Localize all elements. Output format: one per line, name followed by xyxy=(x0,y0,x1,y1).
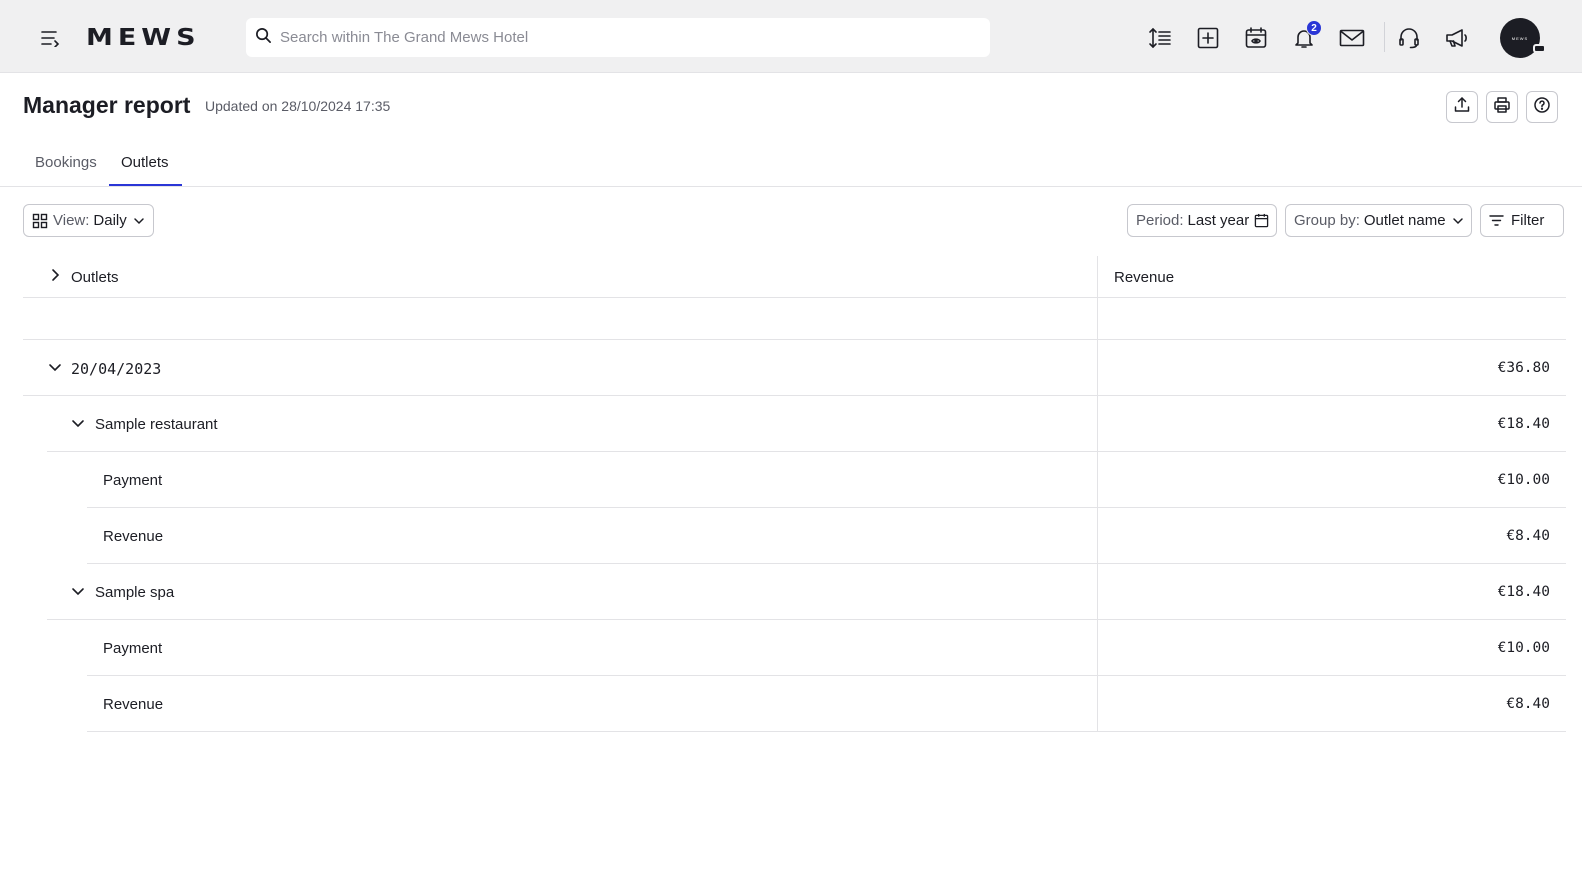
filter-label: Filter xyxy=(1511,212,1545,229)
group-by-label: Group by: xyxy=(1294,212,1360,229)
chevron-down-icon[interactable] xyxy=(71,584,87,600)
table-header: Outlets Revenue xyxy=(23,256,1566,298)
row-label: Sample restaurant xyxy=(95,416,218,433)
updated-timestamp: Updated on 28/10/2024 17:35 xyxy=(205,98,391,114)
chevron-down-icon[interactable] xyxy=(48,360,64,376)
calendar-eye-icon[interactable] xyxy=(1242,24,1270,52)
chevron-down-icon xyxy=(133,215,145,227)
row-value: €10.00 xyxy=(1497,640,1550,656)
column-header-revenue[interactable]: Revenue xyxy=(1114,269,1174,286)
period-label: Period: xyxy=(1136,212,1184,229)
line-height-icon[interactable] xyxy=(1146,24,1174,52)
view-label: View: xyxy=(53,212,90,229)
row-value: €10.00 xyxy=(1497,472,1550,488)
row-value: €18.40 xyxy=(1497,584,1550,600)
filter-button[interactable]: Filter xyxy=(1480,204,1564,237)
mail-icon[interactable] xyxy=(1338,24,1366,52)
calendar-icon xyxy=(1254,213,1269,228)
row-label: Revenue xyxy=(103,528,164,545)
add-square-icon[interactable] xyxy=(1194,24,1222,52)
row-label: Payment xyxy=(103,640,163,657)
period-picker[interactable]: Period: Last year xyxy=(1127,204,1277,237)
chevron-down-icon xyxy=(1452,215,1464,227)
search-icon xyxy=(255,27,272,49)
help-button[interactable] xyxy=(1526,91,1558,123)
chevron-down-icon[interactable] xyxy=(71,416,87,432)
notification-badge: 2 xyxy=(1306,20,1322,36)
row-label: Payment xyxy=(103,472,163,489)
bell-icon[interactable]: 2 xyxy=(1290,20,1322,52)
view-dropdown[interactable]: View: Daily xyxy=(23,204,154,237)
period-value: Last year xyxy=(1187,212,1250,229)
row-value: €36.80 xyxy=(1497,360,1550,376)
search-bar[interactable] xyxy=(246,18,990,57)
print-button[interactable] xyxy=(1486,91,1518,123)
help-icon xyxy=(1533,96,1551,119)
tab-bookings[interactable]: Bookings xyxy=(35,154,97,187)
table-row: Revenue €8.40 xyxy=(87,676,1566,732)
table-row: Revenue €8.40 xyxy=(87,508,1566,564)
print-icon xyxy=(1493,96,1511,119)
menu-icon[interactable] xyxy=(36,24,64,52)
active-tab-indicator xyxy=(109,184,182,186)
page-title: Manager report xyxy=(23,92,191,118)
table-row-date[interactable]: 20/04/2023 €36.80 xyxy=(23,340,1566,396)
mews-logo[interactable]: MEWS xyxy=(86,26,201,50)
row-value: €18.40 xyxy=(1497,416,1550,432)
row-value: €8.40 xyxy=(1506,696,1550,712)
row-value: €8.40 xyxy=(1506,528,1550,544)
column-header-outlets[interactable]: Outlets xyxy=(71,269,119,286)
megaphone-icon[interactable] xyxy=(1443,24,1471,52)
avatar-status-icon xyxy=(1533,44,1546,53)
headset-icon[interactable] xyxy=(1395,24,1423,52)
report-tabs: Bookings Outlets xyxy=(0,140,1582,187)
toolbar-divider xyxy=(1384,22,1385,52)
filter-icon xyxy=(1489,214,1504,227)
row-label: Sample spa xyxy=(95,584,175,601)
top-bar: MEWS 2 xyxy=(0,0,1582,73)
table-row: Payment €10.00 xyxy=(87,452,1566,508)
search-input[interactable] xyxy=(280,29,960,46)
export-icon xyxy=(1453,96,1471,119)
row-label: Revenue xyxy=(103,696,164,713)
row-label: 20/04/2023 xyxy=(71,360,162,378)
view-value: Daily xyxy=(93,212,127,229)
avatar-text: MEWS xyxy=(1511,35,1529,41)
empty-row xyxy=(23,298,1566,340)
grid-view-icon xyxy=(32,213,48,229)
group-by-value: Outlet name xyxy=(1363,212,1446,229)
tab-outlets[interactable]: Outlets xyxy=(121,154,169,187)
table-row: Payment €10.00 xyxy=(87,620,1566,676)
export-button[interactable] xyxy=(1446,91,1478,123)
table-row-outlet[interactable]: Sample spa €18.40 xyxy=(47,564,1566,620)
chevron-right-icon[interactable] xyxy=(48,268,64,284)
group-by-dropdown[interactable]: Group by: Outlet name xyxy=(1285,204,1472,237)
table-row-outlet[interactable]: Sample restaurant €18.40 xyxy=(47,396,1566,452)
